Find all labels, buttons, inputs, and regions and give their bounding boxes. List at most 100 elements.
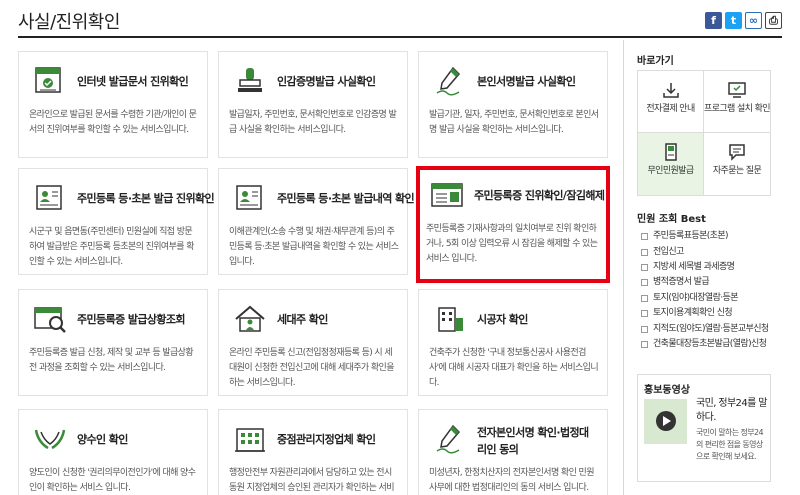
office-building-icon: [235, 428, 265, 452]
best-service-label: 토지이용계획확인 신청: [653, 308, 733, 319]
card-desc: 주민등록증 발급 신청, 제작 및 교부 등 발급상황 전 과정을 조회할 수 …: [29, 348, 194, 373]
card-desc: 양도인이 신청한 '권리의무이전인가'에 대해 양수인이 확인하는 서비스 입니…: [29, 468, 196, 493]
share-toolbar: f t ∞ ⎙: [705, 12, 782, 29]
card-e-signature-consent[interactable]: 전자본인서명 확인·법정대리인 동의 미성년자, 한정치산자의 전자본인서명 확…: [418, 409, 608, 495]
checkbox-icon: [641, 310, 648, 318]
quick-link-label: 무인민원발급: [647, 166, 694, 176]
best-service-label: 지적도(임야도)열람·등본교부신청: [653, 323, 769, 334]
best-service-label: 병적증명서 발급: [653, 277, 710, 288]
best-service-label: 지방세 세목별 과세증명: [653, 261, 735, 272]
promo-video-box: 홍보동영상 국민, 정부24를 말하다. 국민이 말하는 정부24의 편리한 점…: [637, 374, 771, 482]
card-title: 주민등록증 발급상황조회: [77, 313, 186, 326]
twitter-share-icon[interactable]: t: [725, 12, 742, 29]
monitor-check-icon: [728, 82, 746, 98]
quick-link-label: 프로그램 설치 확인: [704, 104, 771, 114]
quick-link-label: 자주묻는 질문: [712, 166, 762, 176]
card-desc: 주민등록증 기재사항과의 일치여부로 진위 확인하거나, 5회 이상 입력오류 …: [426, 224, 598, 264]
card-seal-verify[interactable]: 인감증명발급 사실확인 발급일자, 주민번호, 문서확인번호로 인감증명 발급 …: [218, 51, 408, 158]
resident-record-icon: [36, 185, 62, 210]
title-divider: [18, 36, 782, 38]
card-title: 인감증명발급 사실확인: [277, 75, 376, 88]
best-service-label: 건축물대장등초본발급(열람)신청: [653, 338, 767, 349]
document-check-icon: [35, 67, 61, 93]
card-signature-verify[interactable]: 본인서명발급 사실확인 발급기관, 일자, 주민번호, 문서확인번호로 본인서명…: [418, 51, 608, 158]
card-id-card-verify-unlock[interactable]: 주민등록증 진위확인/잠김해제 주민등록증 기재사항과의 일치여부로 진위 확인…: [416, 166, 610, 283]
promo-video-title: 홍보동영상: [644, 385, 690, 396]
best-services-list: 주민등록표등본(초본) 전입신고 지방세 세목별 과세증명 병적증명서 발급 토…: [641, 229, 781, 352]
video-thumbnail[interactable]: [644, 399, 687, 444]
quick-links: 전자결제 안내 프로그램 설치 확인 무인민원발급 자주묻는 질문: [637, 70, 771, 196]
checkbox-icon: [641, 248, 648, 256]
card-desc: 발급일자, 주민번호, 문서확인번호로 인감증명 발급 사실을 확인하는 서비스…: [229, 110, 397, 135]
promo-video-desc: 국민이 말하는 정부24의 편리한 점을 동영상으로 확인해 보세요.: [696, 428, 764, 461]
quick-link-program-check[interactable]: 프로그램 설치 확인: [704, 71, 771, 133]
best-service-item[interactable]: 전입신고: [641, 244, 781, 259]
card-title: 주민등록증 진위확인/잠김해제: [474, 189, 605, 202]
card-id-issue-status[interactable]: 주민등록증 발급상황조회 주민등록증 발급 신청, 제작 및 교부 등 발급상황…: [18, 289, 208, 396]
card-title: 양수인 확인: [77, 433, 128, 446]
card-title: 본인서명발급 사실확인: [477, 75, 576, 88]
card-desc: 이해관계인(소송 수행 및 채권·채무관계 등)의 주민등록 등·초본 발급내역…: [229, 227, 399, 267]
best-service-item[interactable]: 지방세 세목별 과세증명: [641, 260, 781, 275]
best-service-item[interactable]: 건축물대장등초본발급(열람)신청: [641, 337, 781, 352]
card-internet-doc-verify[interactable]: 인터넷 발급문서 진위확인 온라인으로 발급된 문서를 수령한 기관/개인이 문…: [18, 51, 208, 158]
chat-bubble-icon: [729, 144, 745, 161]
quick-link-payment-guide[interactable]: 전자결제 안내: [638, 71, 704, 133]
card-householder-verify[interactable]: 세대주 확인 온라인 주민등록 신고(전입정정재등록 등) 시 세대원이 신청한…: [218, 289, 408, 396]
checkbox-icon: [641, 279, 648, 287]
card-desc: 발급기관, 일자, 주민번호, 문서확인번호로 본인서명 발급 사실을 확인하는…: [429, 110, 599, 135]
link-copy-icon[interactable]: ∞: [745, 12, 762, 29]
card-resident-record-verify[interactable]: 주민등록 등·초본 발급 진위확인 시군구 및 읍면동(주민센터) 민원실에 직…: [18, 168, 215, 275]
card-resident-record-history[interactable]: 주민등록 등·초본 발급내역 확인 이해관계인(소송 수행 및 채권·채무관계 …: [218, 168, 415, 275]
sidebar-divider: [623, 40, 624, 495]
best-service-item[interactable]: 토지(임야)대장열람·등본: [641, 291, 781, 306]
kiosk-icon: [664, 143, 677, 161]
card-desc: 온라인으로 발급된 문서를 수령한 기관/개인이 문서의 진위여부를 확인할 수…: [29, 110, 197, 135]
best-service-label: 전입신고: [653, 246, 684, 257]
download-icon: [662, 83, 679, 98]
best-service-item[interactable]: 주민등록표등본(초본): [641, 229, 781, 244]
building-icon: [438, 307, 463, 332]
best-service-item[interactable]: 지적도(임야도)열람·등본교부신청: [641, 321, 781, 336]
promo-video-headline[interactable]: 국민, 정부24를 말하다.: [696, 397, 768, 425]
play-icon[interactable]: [656, 411, 676, 431]
card-title: 시공자 확인: [477, 313, 528, 326]
pen-signature-icon: [436, 66, 461, 96]
checkbox-icon: [641, 294, 648, 302]
best-service-item[interactable]: 토지이용계획확인 신청: [641, 306, 781, 321]
record-history-icon: [236, 185, 262, 210]
page-title: 사실/진위확인: [18, 12, 120, 33]
card-title: 인터넷 발급문서 진위확인: [77, 75, 189, 88]
card-title: 중점관리지정업체 확인: [277, 433, 376, 446]
id-search-icon: [34, 307, 66, 333]
card-title: 주민등록 등·초본 발급내역 확인: [277, 192, 415, 205]
quick-link-faq[interactable]: 자주묻는 질문: [704, 133, 770, 195]
card-title: 세대주 확인: [277, 313, 328, 326]
card-title: 주민등록 등·초본 발급 진위확인: [77, 192, 215, 205]
print-icon[interactable]: ⎙: [765, 12, 782, 29]
card-designated-company-verify[interactable]: 중점관리지정업체 확인 행정안전부 자원관리과에서 담당하고 있는 전시동원 지…: [218, 409, 408, 495]
best-services-title: 민원 조회 Best: [637, 214, 706, 225]
quick-links-title: 바로가기: [637, 56, 674, 67]
card-desc: 온라인 주민등록 신고(전입정정재등록 등) 시 세대원이 신청한 전입신고에 …: [229, 348, 395, 388]
checkbox-icon: [641, 325, 648, 333]
quick-link-label: 전자결제 안내: [646, 104, 695, 114]
facebook-share-icon[interactable]: f: [705, 12, 722, 29]
id-card-icon: [431, 183, 463, 207]
hands-icon: [34, 429, 66, 450]
card-desc: 건축주가 신청한 '구내 정보통신공사 사용전검사'에 대해 시공자 대표가 확…: [429, 348, 599, 388]
best-service-label: 토지(임야)대장열람·등본: [653, 292, 738, 303]
card-transferee-verify[interactable]: 양수인 확인 양도인이 신청한 '권리의무이전인가'에 대해 양수인이 확인하는…: [18, 409, 208, 495]
card-constructor-verify[interactable]: 시공자 확인 건축주가 신청한 '구내 정보통신공사 사용전검사'에 대해 시공…: [418, 289, 608, 396]
card-title: 전자본인서명 확인·법정대리인 동의: [477, 426, 589, 456]
quick-link-kiosk[interactable]: 무인민원발급: [638, 133, 704, 195]
e-signature-icon: [436, 424, 461, 454]
card-desc: 미성년자, 한정치산자의 전자본인서명 확인 민원사무에 대한 법정대리인의 동…: [429, 468, 595, 493]
checkbox-icon: [641, 233, 648, 241]
checkbox-icon: [641, 340, 648, 348]
checkbox-icon: [641, 263, 648, 271]
card-desc: 시군구 및 읍면동(주민센터) 민원실에 직접 방문하여 발급받은 주민등록 등…: [29, 227, 195, 267]
best-service-item[interactable]: 병적증명서 발급: [641, 275, 781, 290]
house-icon: [235, 305, 265, 332]
best-service-label: 주민등록표등본(초본): [653, 231, 729, 242]
